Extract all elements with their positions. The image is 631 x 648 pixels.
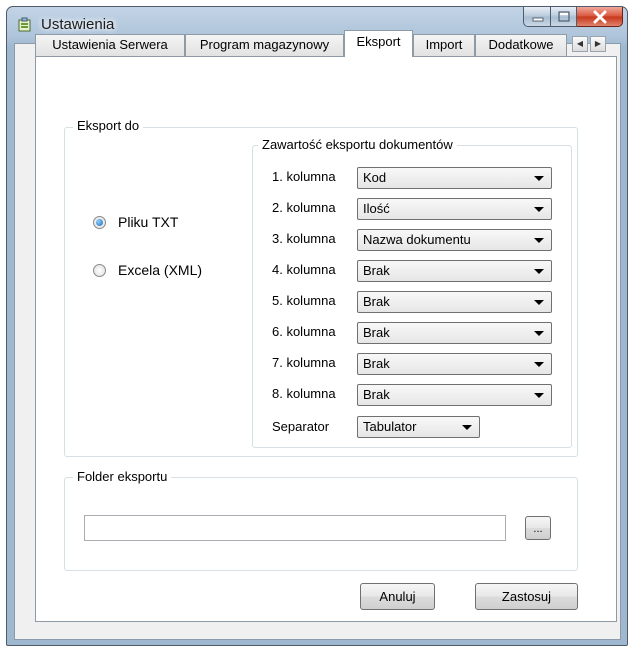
column-6-select[interactable]: Brak xyxy=(357,322,552,344)
chevron-down-icon xyxy=(534,269,544,274)
column-3-label: 3. kolumna xyxy=(272,231,336,246)
radio-excel[interactable] xyxy=(93,263,106,277)
column-1-select[interactable]: Kod xyxy=(357,167,552,189)
column-6-value: Brak xyxy=(363,325,390,340)
chevron-down-icon xyxy=(462,425,472,430)
column-2-value: Ilość xyxy=(363,201,390,216)
column-5-select[interactable]: Brak xyxy=(357,291,552,313)
tab-scroll-left-icon[interactable]: ◀ xyxy=(572,36,588,52)
export-to-title: Eksport do xyxy=(73,118,144,133)
tab-additional[interactable]: Dodatkowe xyxy=(475,34,567,56)
close-button[interactable] xyxy=(577,7,623,27)
column-5-value: Brak xyxy=(363,294,390,309)
column-1-label: 1. kolumna xyxy=(272,169,336,184)
export-tab-page: Eksport do Pliku TXT Excela (XML) Zawart… xyxy=(35,56,617,622)
column-6-label: 6. kolumna xyxy=(272,324,336,339)
column-7-value: Brak xyxy=(363,356,390,371)
radio-txt[interactable] xyxy=(93,215,106,229)
app-icon xyxy=(18,17,31,32)
tab-export[interactable]: Eksport xyxy=(344,30,413,57)
chevron-down-icon xyxy=(534,176,544,181)
export-folder-title: Folder eksportu xyxy=(73,469,172,484)
column-3-select[interactable]: Nazwa dokumentu xyxy=(357,229,552,251)
document-content-title: Zawartość eksportu dokumentów xyxy=(258,137,457,152)
minimize-button[interactable] xyxy=(523,7,551,27)
column-8-label: 8. kolumna xyxy=(272,386,336,401)
export-folder-group: Folder eksportu ... xyxy=(64,469,578,571)
tab-scroll-right-icon[interactable]: ▶ xyxy=(590,36,606,52)
chevron-down-icon xyxy=(534,331,544,336)
column-7-select[interactable]: Brak xyxy=(357,353,552,375)
chevron-down-icon xyxy=(534,238,544,243)
export-to-group: Eksport do Pliku TXT Excela (XML) Zawart… xyxy=(64,118,578,457)
close-icon xyxy=(593,10,607,24)
column-1-value: Kod xyxy=(363,170,387,185)
tab-import[interactable]: Import xyxy=(413,34,475,56)
column-2-label: 2. kolumna xyxy=(272,200,336,215)
maximize-icon xyxy=(558,11,570,22)
column-8-value: Brak xyxy=(363,387,390,402)
window-title: Ustawienia xyxy=(41,16,115,33)
cancel-button[interactable]: Anuluj xyxy=(360,583,435,610)
column-8-select[interactable]: Brak xyxy=(357,384,552,406)
export-folder-path-input[interactable] xyxy=(84,515,506,541)
radio-txt-option[interactable]: Pliku TXT xyxy=(93,214,178,230)
column-4-label: 4. kolumna xyxy=(272,262,336,277)
apply-button[interactable]: Zastosuj xyxy=(475,583,578,610)
tab-server-settings[interactable]: Ustawienia Serwera xyxy=(35,34,185,56)
chevron-down-icon xyxy=(534,207,544,212)
column-3-value: Nazwa dokumentu xyxy=(363,232,471,247)
radio-excel-label: Excela (XML) xyxy=(118,262,203,278)
maximize-button[interactable] xyxy=(551,7,577,27)
minimize-icon xyxy=(532,17,544,22)
chevron-down-icon xyxy=(534,300,544,305)
separator-value: Tabulator xyxy=(363,419,417,434)
column-4-value: Brak xyxy=(363,263,390,278)
separator-label: Separator xyxy=(272,419,330,434)
chevron-down-icon xyxy=(534,362,544,367)
separator-select[interactable]: Tabulator xyxy=(357,416,480,438)
column-4-select[interactable]: Brak xyxy=(357,260,552,282)
radio-excel-option[interactable]: Excela (XML) xyxy=(93,262,202,278)
column-7-label: 7. kolumna xyxy=(272,355,336,370)
column-2-select[interactable]: Ilość xyxy=(357,198,552,220)
radio-txt-label: Pliku TXT xyxy=(118,214,179,230)
browse-folder-button[interactable]: ... xyxy=(525,516,551,540)
document-content-group: Zawartość eksportu dokumentów 1. kolumna… xyxy=(252,137,572,448)
column-5-label: 5. kolumna xyxy=(272,293,336,308)
chevron-down-icon xyxy=(534,393,544,398)
tab-warehouse-program[interactable]: Program magazynowy xyxy=(185,34,344,56)
